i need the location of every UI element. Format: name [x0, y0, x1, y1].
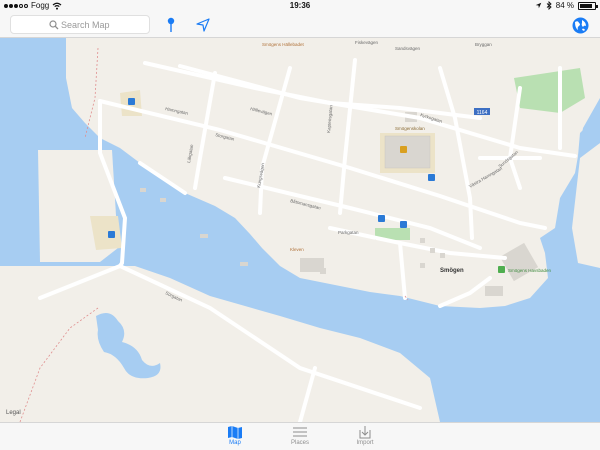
building-school: [384, 135, 431, 169]
bluetooth-icon: [546, 1, 552, 10]
battery-icon: [578, 1, 598, 10]
poi-parking-5: [400, 221, 407, 228]
street-fiskevagen: Fiskevägen: [355, 40, 379, 45]
import-icon: [359, 426, 371, 439]
legal-link[interactable]: Legal: [6, 410, 21, 416]
location-services-icon: [535, 2, 542, 9]
battery-percent: 84 %: [555, 1, 574, 10]
poi-park-1: [498, 266, 505, 273]
map-type-button[interactable]: [570, 15, 590, 35]
street-bryggan: Bryggan: [475, 42, 492, 47]
street-sandsvagen: Sandsvägen: [395, 46, 421, 51]
poi-parking-4: [378, 215, 385, 222]
label-kleven: Kleven: [290, 247, 304, 252]
status-time: 19:36: [289, 1, 311, 10]
street-parkgatan: Parkgatan: [338, 230, 359, 235]
globe-icon: [572, 17, 588, 33]
tab-places[interactable]: Places: [280, 425, 320, 450]
label-skola: Smögenskolan: [395, 126, 425, 131]
status-bar: Fogg 19:36 84 %: [0, 0, 600, 12]
top-toolbar: [0, 12, 600, 38]
poi-school: [400, 146, 407, 153]
building-3: [485, 286, 503, 296]
town-label: Smögen: [440, 268, 464, 274]
status-right: 84 %: [535, 1, 598, 10]
list-icon: [293, 427, 307, 437]
search-box[interactable]: [10, 15, 151, 34]
map-icon: [228, 426, 242, 439]
search-input[interactable]: [61, 19, 151, 30]
tab-import-label: Import: [356, 440, 374, 446]
search-icon: [49, 20, 59, 30]
battery-level: [580, 3, 592, 8]
map-view[interactable]: 1164 Smögens Hällebadet Smögenskolan Smö…: [0, 38, 600, 422]
map-canvas[interactable]: 1164 Smögens Hällebadet Smögenskolan Smö…: [0, 38, 600, 422]
poi-parking-3: [428, 174, 435, 181]
poi-parking-1: [128, 98, 135, 105]
label-havsbaden: Smögens Havsbaden: [508, 268, 552, 273]
label-hallebadet: Smögens Hällebadet: [262, 42, 305, 47]
tab-places-label: Places: [290, 440, 309, 446]
tab-bar: Map Places Import: [0, 422, 600, 450]
tab-map[interactable]: Map: [215, 425, 255, 450]
tab-map-label: Map: [229, 440, 241, 446]
current-location-button[interactable]: [193, 15, 213, 35]
tab-import[interactable]: Import: [345, 425, 385, 450]
drop-pin-button[interactable]: [161, 15, 181, 35]
location-arrow-icon: [196, 18, 210, 32]
pin-icon: [167, 17, 175, 32]
road-number-label: 1164: [477, 110, 488, 116]
poi-parking-2: [108, 231, 115, 238]
